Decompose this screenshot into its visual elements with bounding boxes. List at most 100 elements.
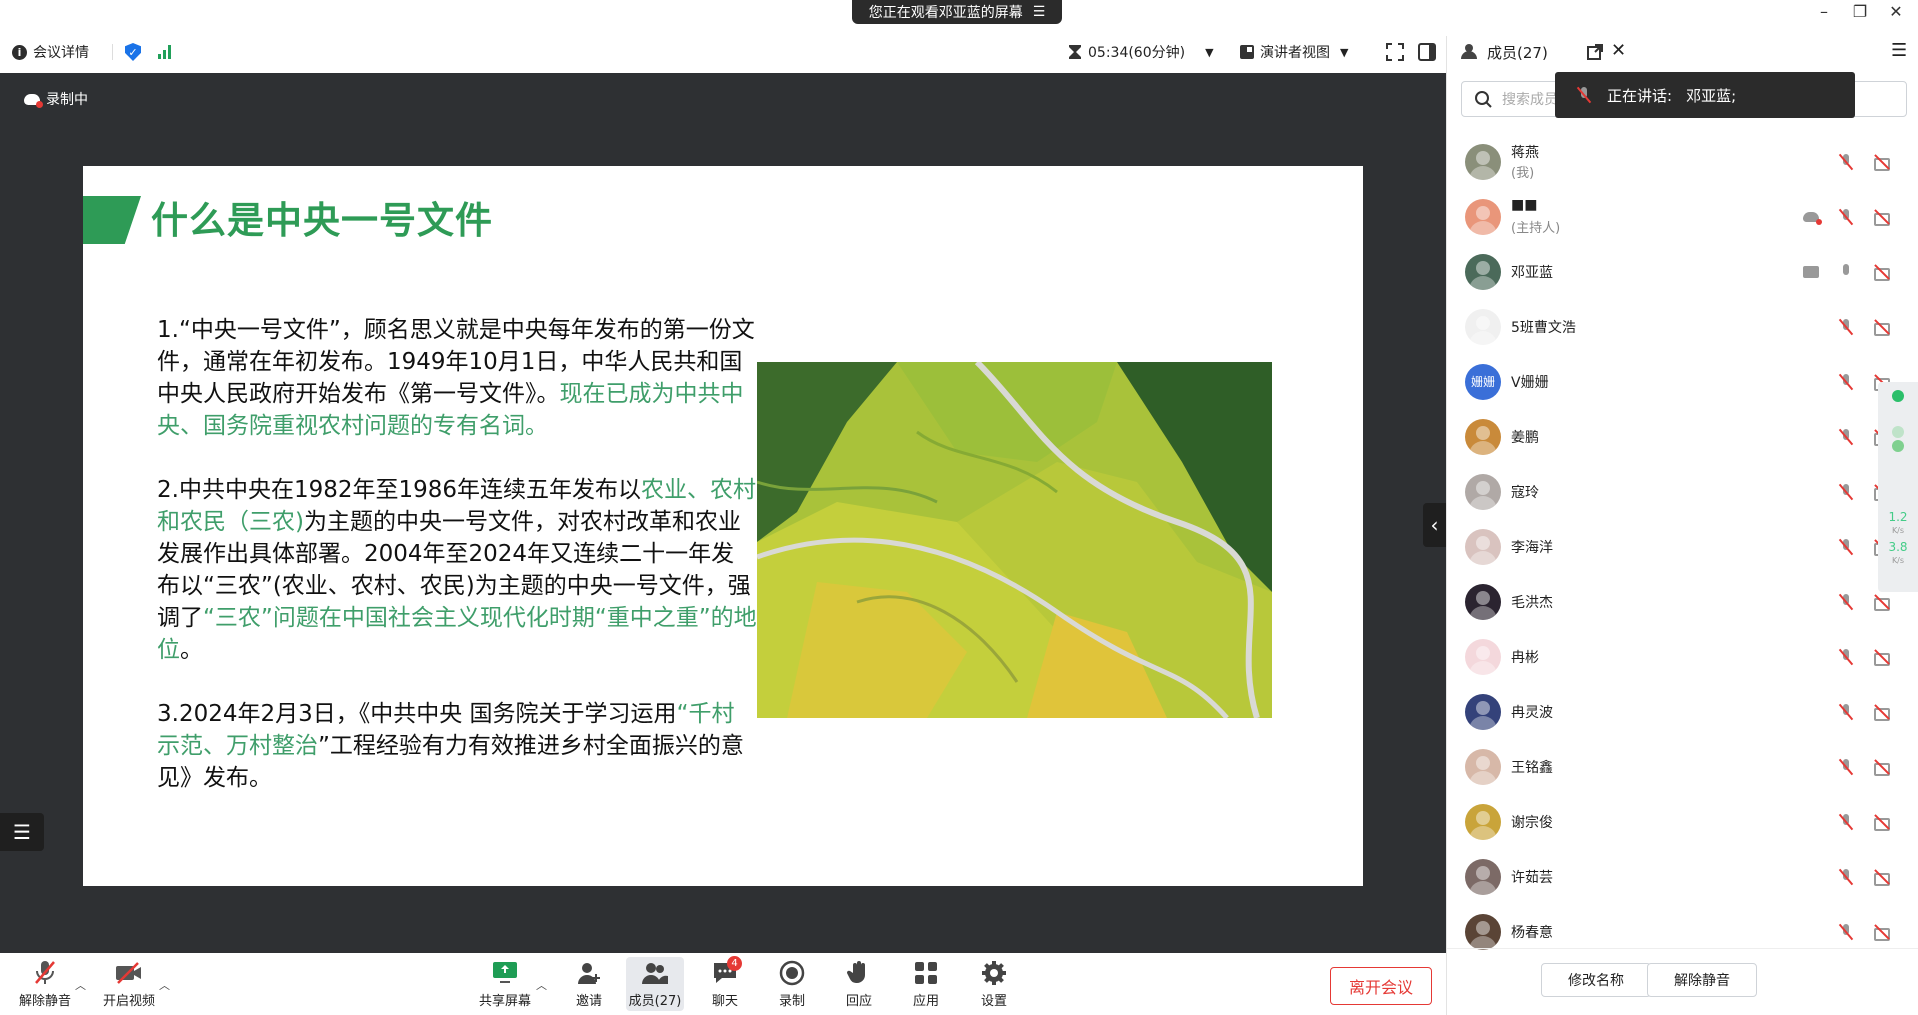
- leave-meeting-button[interactable]: 离开会议: [1330, 967, 1432, 1005]
- audio-options-caret-icon[interactable]: ︿: [75, 977, 86, 993]
- security-button[interactable]: ✓: [125, 36, 141, 68]
- layout-toggle-button[interactable]: [1418, 36, 1436, 68]
- screen-share-banner[interactable]: 您正在观看邓亚蓝的屏幕 ☰: [852, 0, 1062, 24]
- member-status-icons: [1837, 153, 1891, 171]
- mic-off-icon[interactable]: [1837, 758, 1855, 776]
- network-status-button[interactable]: [158, 36, 171, 68]
- active-speaker-popup: 正在讲话: 邓亚蓝;: [1555, 72, 1855, 118]
- mic-off-icon[interactable]: [1837, 428, 1855, 446]
- member-row[interactable]: 姗姗 V姗姗: [1447, 354, 1918, 409]
- status-dot-icon: [1892, 426, 1904, 438]
- member-row[interactable]: 寇玲: [1447, 464, 1918, 519]
- title-flag-shape: [83, 196, 141, 244]
- field-image: [757, 362, 1272, 718]
- rename-button[interactable]: 修改名称: [1541, 963, 1651, 997]
- video-off-icon[interactable]: [1873, 923, 1891, 941]
- member-row[interactable]: 冉灵波: [1447, 684, 1918, 739]
- close-window-icon[interactable]: ✕: [1876, 2, 1916, 21]
- chat-button[interactable]: 4 聊天: [696, 956, 754, 1009]
- record-button[interactable]: 录制: [763, 959, 821, 1009]
- restore-icon[interactable]: ❐: [1840, 2, 1880, 21]
- video-off-icon[interactable]: [1873, 263, 1891, 281]
- video-off-icon[interactable]: [1873, 153, 1891, 171]
- video-off-icon[interactable]: [1873, 648, 1891, 666]
- react-button[interactable]: 回应: [830, 959, 888, 1009]
- start-video-button[interactable]: 开启视频: [100, 959, 158, 1009]
- video-off-icon[interactable]: [1873, 868, 1891, 886]
- member-row[interactable]: 蒋燕 (我): [1447, 134, 1918, 189]
- mic-off-icon[interactable]: [1837, 703, 1855, 721]
- member-row[interactable]: 5班曹文浩: [1447, 299, 1918, 354]
- member-row[interactable]: 李海洋: [1447, 519, 1918, 574]
- mic-off-icon[interactable]: [1837, 593, 1855, 611]
- popout-icon[interactable]: [1587, 44, 1603, 60]
- network-speed-widget[interactable]: 1.2 K/s 3.8 K/s: [1878, 382, 1918, 592]
- invite-button[interactable]: 邀请: [560, 959, 618, 1009]
- mic-icon[interactable]: [1837, 263, 1855, 281]
- mic-off-icon: [31, 959, 59, 987]
- mic-off-icon[interactable]: [1837, 153, 1855, 171]
- meeting-info-button[interactable]: i 会议详情: [12, 36, 89, 68]
- unmute-button[interactable]: 解除静音: [16, 959, 74, 1009]
- banner-menu-icon[interactable]: ☰: [1033, 4, 1046, 20]
- meeting-app: 您正在观看邓亚蓝的屏幕 ☰ – ❐ ✕ i 会议详情 ✓ 05:34(60分钟)…: [0, 0, 1918, 1015]
- meeting-timer[interactable]: 05:34(60分钟) ▼: [1068, 36, 1214, 68]
- avatar: 姗姗: [1465, 363, 1501, 400]
- member-role: (我): [1511, 166, 1535, 181]
- mic-off-icon[interactable]: [1837, 923, 1855, 941]
- close-panel-icon[interactable]: ✕: [1611, 40, 1626, 61]
- share-screen-button[interactable]: 共享屏幕: [476, 959, 534, 1009]
- mic-off-icon[interactable]: [1837, 318, 1855, 336]
- members-panel-title: 成员(27): [1487, 43, 1548, 62]
- collapse-panel-button[interactable]: ‹: [1423, 503, 1446, 547]
- divider: [112, 44, 113, 60]
- panel-menu-icon[interactable]: ☰: [1891, 40, 1907, 61]
- mic-off-icon[interactable]: [1837, 868, 1855, 886]
- member-row[interactable]: 许茹芸: [1447, 849, 1918, 904]
- chevron-down-icon: ▼: [1205, 45, 1214, 59]
- share-options-caret-icon[interactable]: ︿: [536, 977, 547, 993]
- mic-off-icon[interactable]: [1837, 208, 1855, 226]
- member-row[interactable]: 王铭鑫: [1447, 739, 1918, 794]
- member-row[interactable]: ■■ (主持人): [1447, 189, 1918, 244]
- member-name: 王铭鑫: [1511, 759, 1553, 776]
- video-options-caret-icon[interactable]: ︿: [159, 977, 170, 993]
- fullscreen-button[interactable]: [1386, 36, 1404, 68]
- avatar: [1465, 693, 1501, 730]
- slide-title: 什么是中央一号文件: [151, 199, 493, 242]
- mic-off-icon[interactable]: [1837, 813, 1855, 831]
- paragraph-3-text: 3.2024年2月3日，《中共中央 国务院关于学习运用: [157, 701, 677, 727]
- view-mode-label: 演讲者视图: [1260, 45, 1330, 61]
- mic-off-icon[interactable]: [1837, 373, 1855, 391]
- view-mode-button[interactable]: 演讲者视图 ▼: [1240, 36, 1348, 68]
- mic-off-icon[interactable]: [1837, 648, 1855, 666]
- member-row[interactable]: 冉彬: [1447, 629, 1918, 684]
- minimize-icon[interactable]: –: [1804, 2, 1844, 21]
- member-row[interactable]: 谢宗俊: [1447, 794, 1918, 849]
- video-off-icon: [115, 959, 143, 987]
- video-off-icon[interactable]: [1873, 703, 1891, 721]
- member-row[interactable]: 姜鹏: [1447, 409, 1918, 464]
- slide-list-button[interactable]: ☰: [0, 813, 44, 851]
- apps-button[interactable]: 应用: [897, 959, 955, 1009]
- info-icon: i: [12, 44, 27, 60]
- video-off-icon[interactable]: [1873, 593, 1891, 611]
- share-screen-label: 共享屏幕: [478, 994, 531, 1009]
- video-off-icon[interactable]: [1873, 208, 1891, 226]
- member-row[interactable]: 毛洪杰: [1447, 574, 1918, 629]
- chat-unread-badge: 4: [727, 956, 742, 971]
- settings-button[interactable]: 设置: [965, 959, 1023, 1009]
- avatar: [1465, 143, 1501, 180]
- member-row[interactable]: 邓亚蓝: [1447, 244, 1918, 299]
- video-off-icon[interactable]: [1873, 813, 1891, 831]
- members-button[interactable]: 成员(27): [626, 957, 684, 1011]
- avatar: [1465, 858, 1501, 895]
- recording-indicator[interactable]: 录制中: [24, 89, 88, 109]
- member-name: 谢宗俊: [1511, 814, 1553, 831]
- mic-off-icon[interactable]: [1837, 483, 1855, 501]
- member-name: 寇玲: [1511, 484, 1539, 501]
- video-off-icon[interactable]: [1873, 318, 1891, 336]
- mic-off-icon[interactable]: [1837, 538, 1855, 556]
- unmute-all-button[interactable]: 解除静音: [1647, 963, 1757, 997]
- video-off-icon[interactable]: [1873, 758, 1891, 776]
